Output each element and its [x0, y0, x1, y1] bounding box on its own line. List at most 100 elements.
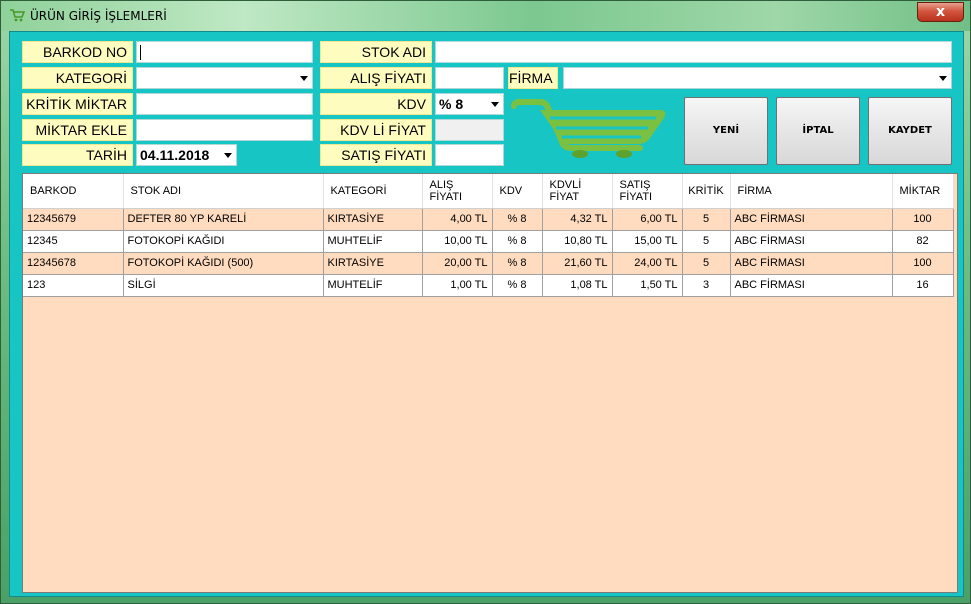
table-cell[interactable]: 5 [682, 252, 731, 275]
kdv-value: % 8 [439, 96, 464, 112]
cart-icon [10, 9, 25, 22]
table-cell[interactable]: 10,80 TL [542, 230, 613, 253]
table-row[interactable]: 12345679 DEFTER 80 YP KARELİ KIRTASİYE 4,00… [23, 208, 954, 231]
column-header[interactable]: SATIŞ FİYATI [612, 174, 683, 209]
table-cell[interactable]: 5 [682, 208, 731, 231]
table-cell[interactable]: 123 [23, 274, 124, 297]
table-cell[interactable]: 4,00 TL [422, 208, 493, 231]
table-cell[interactable]: 10,00 TL [422, 230, 493, 253]
column-header[interactable]: KRİTİK [682, 174, 731, 209]
table-cell[interactable]: ABC FİRMASI [730, 274, 893, 297]
table-cell[interactable]: 5 [682, 230, 731, 253]
table-row[interactable]: 12345678 FOTOKOPİ KAĞIDI (500) KIRTASİYE 20… [23, 252, 954, 275]
firma-combo[interactable] [563, 67, 952, 89]
firma-label: FİRMA [508, 67, 558, 89]
table-cell[interactable]: 82 [892, 230, 954, 253]
table-cell[interactable]: MUHTELİF [323, 274, 423, 297]
table-cell[interactable]: 15,00 TL [612, 230, 683, 253]
table-cell[interactable]: % 8 [492, 274, 543, 297]
table-cell[interactable]: SİLGİ [123, 274, 324, 297]
stok-input[interactable] [435, 41, 952, 63]
column-header[interactable]: STOK ADI [123, 174, 324, 209]
table-cell[interactable]: % 8 [492, 208, 543, 231]
column-header[interactable]: FİRMA [730, 174, 893, 209]
title-bar[interactable]: ÜRÜN GİRİŞ İŞLEMLERİ x [1, 1, 970, 31]
shopping-cart-icon [511, 99, 666, 158]
table-cell[interactable]: ABC FİRMASI [730, 230, 893, 253]
column-header[interactable]: ALIŞ FİYATI [422, 174, 493, 209]
table-cell[interactable]: 20,00 TL [422, 252, 493, 275]
column-header[interactable]: KATEGORİ [323, 174, 423, 209]
tarih-label: TARİH [22, 144, 133, 166]
table-cell[interactable]: 100 [892, 252, 954, 275]
chevron-down-icon[interactable] [224, 153, 232, 158]
table-cell[interactable]: 16 [892, 274, 954, 297]
column-header-label: KDV [499, 184, 523, 197]
column-header-label: KRİTİK [688, 184, 724, 197]
kdvli-input [435, 119, 504, 141]
tarih-datepicker[interactable]: 04.11.2018 [136, 144, 237, 166]
kdvli-label: KDV Lİ FİYAT [320, 119, 432, 141]
table-row[interactable]: 12345 FOTOKOPİ KAĞIDI MUHTELİF 10,00 TL% 81… [23, 230, 954, 253]
barkod-label: BARKOD NO [22, 41, 133, 63]
product-grid[interactable]: BARKOD STOK ADI KATEGORİ ALIŞ FİYATI KDV KDVLİ… [22, 173, 958, 593]
column-header[interactable]: BARKOD [23, 174, 124, 209]
satis-label: SATIŞ FİYATI [320, 144, 432, 166]
chevron-down-icon[interactable] [491, 102, 499, 107]
close-button[interactable]: x [917, 2, 964, 22]
product-table: BARKOD STOK ADI KATEGORİ ALIŞ FİYATI KDV KDVLİ… [23, 174, 954, 297]
table-cell[interactable]: 12345678 [23, 252, 124, 275]
table-cell[interactable]: 12345 [23, 230, 124, 253]
table-cell[interactable]: 1,00 TL [422, 274, 493, 297]
alis-input[interactable] [435, 67, 504, 89]
table-cell[interactable]: 21,60 TL [542, 252, 613, 275]
table-cell[interactable]: 3 [682, 274, 731, 297]
text-caret [140, 45, 141, 60]
tarih-value: 04.11.2018 [140, 147, 210, 163]
column-header-label: FİYATI [619, 190, 653, 203]
table-cell[interactable]: 4,32 TL [542, 208, 613, 231]
column-header-label: FİYAT [549, 190, 580, 203]
table-cell[interactable]: 1,50 TL [612, 274, 683, 297]
table-cell[interactable]: KIRTASİYE [323, 208, 423, 231]
table-cell[interactable]: 1,08 TL [542, 274, 613, 297]
table-cell[interactable]: 100 [892, 208, 954, 231]
miktar-input[interactable] [136, 119, 313, 141]
new-button[interactable]: YENİ [684, 97, 768, 165]
cancel-button[interactable]: İPTAL [776, 97, 860, 165]
table-cell[interactable]: 24,00 TL [612, 252, 683, 275]
column-header-label: KDVLİ [549, 178, 582, 191]
barkod-input[interactable] [136, 41, 313, 63]
column-header-label: FİRMA [737, 184, 772, 197]
table-cell[interactable]: KIRTASİYE [323, 252, 423, 275]
column-header[interactable]: KDVLİ FİYAT [542, 174, 613, 209]
kategori-combo[interactable] [136, 67, 313, 89]
kritik-input[interactable] [136, 93, 313, 115]
chevron-down-icon[interactable] [300, 76, 308, 81]
form-client-area: BARKOD NO KATEGORİ KRİTİK MİKTAR MİKTAR … [9, 31, 964, 597]
table-cell[interactable]: FOTOKOPİ KAĞIDI (500) [123, 252, 324, 275]
table-cell[interactable]: 12345679 [23, 208, 124, 231]
table-cell[interactable]: % 8 [492, 230, 543, 253]
table-cell[interactable]: % 8 [492, 252, 543, 275]
column-header-label: KATEGORİ [330, 184, 387, 197]
table-cell[interactable]: DEFTER 80 YP KARELİ [123, 208, 324, 231]
column-header-label: ALIŞ [429, 178, 454, 191]
table-cell[interactable]: ABC FİRMASI [730, 208, 893, 231]
alis-label: ALIŞ FİYATI [320, 67, 432, 89]
table-cell[interactable]: ABC FİRMASI [730, 252, 893, 275]
column-header[interactable]: MİKTAR [892, 174, 954, 209]
grid-header-row: BARKOD STOK ADI KATEGORİ ALIŞ FİYATI KDV KDVLİ… [23, 174, 954, 209]
satis-input[interactable] [435, 144, 504, 166]
column-header-label: BARKOD [30, 184, 77, 197]
table-cell[interactable]: MUHTELİF [323, 230, 423, 253]
table-cell[interactable]: FOTOKOPİ KAĞIDI [123, 230, 324, 253]
kdv-combo[interactable]: % 8 [435, 93, 504, 115]
column-header[interactable]: KDV [492, 174, 543, 209]
table-row[interactable]: 123 SİLGİ MUHTELİF 1,00 TL% 8 1,08 TL 1,50 TL… [23, 274, 954, 297]
table-cell[interactable]: 6,00 TL [612, 208, 683, 231]
save-button[interactable]: KAYDET [868, 97, 952, 165]
chevron-down-icon[interactable] [939, 76, 947, 81]
stok-label: STOK ADI [320, 41, 432, 63]
app-window: ÜRÜN GİRİŞ İŞLEMLERİ x BARKOD NO KATEGOR… [0, 0, 971, 604]
